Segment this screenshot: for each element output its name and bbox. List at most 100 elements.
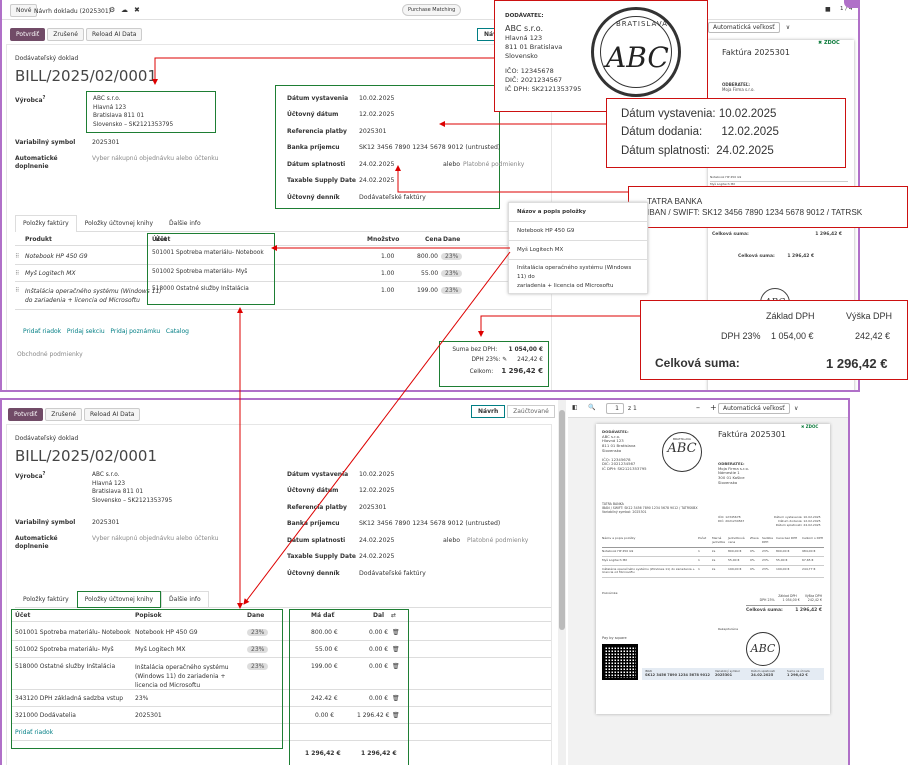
journal-label: Účtovný denník bbox=[287, 570, 340, 577]
pencil-icon[interactable]: ✎ bbox=[502, 357, 507, 363]
zoom-select[interactable]: Automatická veľkosť bbox=[708, 22, 780, 33]
add-note-link[interactable]: Pridaj poznámku bbox=[110, 328, 160, 335]
terms-input[interactable]: Platobné podmienky bbox=[463, 161, 524, 168]
var-value[interactable]: 2025301 bbox=[92, 139, 120, 146]
purple-corner bbox=[844, 0, 858, 8]
tabs-bottom: Položky faktúry Položky účtovnej knihy Ď… bbox=[15, 591, 551, 608]
search-icon[interactable]: 🔍 bbox=[588, 404, 595, 411]
tab-lines[interactable]: Položky faktúry bbox=[15, 591, 77, 607]
due[interactable]: 24.02.2025 bbox=[359, 537, 394, 544]
cancel-button[interactable]: Zrušené bbox=[45, 408, 82, 421]
pdf-buyer: ODBERATEĽ: Moja Firma s.r.o. Námestie 1 30… bbox=[718, 461, 749, 485]
callout-supplier: DODÁVATEĽ: ABC s.r.o. Hlavná 123 811 01 … bbox=[494, 0, 708, 112]
ref-label: Referencia platby bbox=[287, 504, 347, 511]
journal-label: Účtovný denník bbox=[287, 194, 340, 201]
total-label: Celkom: bbox=[469, 368, 494, 375]
bank[interactable]: SK12 3456 7890 1234 5678 9012 (untrusted… bbox=[359, 144, 500, 151]
var-value[interactable]: 2025301 bbox=[92, 519, 120, 526]
tab-journal[interactable]: Položky účtovnej knihy bbox=[77, 215, 161, 231]
line-price[interactable]: 55.00 bbox=[421, 270, 438, 277]
vat-value: 242,42 € bbox=[517, 356, 543, 363]
zoom-select[interactable]: Automatická veľkosť bbox=[718, 403, 790, 414]
bookmark-icon: ■ bbox=[825, 6, 831, 13]
pdf-ids-right: IČO: 12345678 DIČ: 2021234567 bbox=[718, 515, 745, 523]
vendor-box[interactable]: ABC s.r.o. Hlavná 123 Bratislava 811 01 Slo… bbox=[86, 91, 216, 133]
pdf-viewer: ◧ 🔍 1 z 1 – + Automatická veľkosť ∨ DODÁ… bbox=[568, 400, 848, 765]
ref[interactable]: 2025301 bbox=[359, 504, 387, 511]
page-input[interactable]: 1 bbox=[606, 403, 624, 414]
date-inv[interactable]: 10.02.2025 bbox=[359, 95, 394, 102]
line-product[interactable]: Myš Logitech MX bbox=[25, 270, 76, 277]
line-price[interactable]: 800.00 bbox=[417, 253, 438, 260]
zoom-out-icon[interactable]: – bbox=[696, 403, 700, 412]
sidebar-toggle-icon[interactable]: ◧ bbox=[572, 404, 578, 411]
pdf-note: Poznámka: bbox=[602, 591, 619, 595]
brand-logo: ✖ ZDOC bbox=[801, 424, 819, 429]
add-section-link[interactable]: Pridaj sekciu bbox=[67, 328, 105, 335]
gear-icon[interactable]: ⚙ bbox=[109, 6, 115, 14]
confirm-button[interactable]: Potvrdiť bbox=[8, 408, 44, 421]
chevron-down-icon[interactable]: ∨ bbox=[794, 405, 798, 412]
line-price[interactable]: 199.00 bbox=[417, 287, 438, 294]
line-product[interactable]: Inštalácia operačného systému (Windows 1… bbox=[25, 287, 162, 305]
auto-input[interactable]: Vyber nákupnú objednávku alebo účtenku bbox=[92, 155, 218, 162]
bank-label: Banka príjemcu bbox=[287, 520, 340, 527]
due[interactable]: 24.02.2025 bbox=[359, 161, 394, 168]
terms-input[interactable]: Platobné podmienky bbox=[467, 537, 528, 544]
terms-field[interactable]: Obchodné podmienky bbox=[17, 351, 83, 358]
tsd[interactable]: 24.02.2025 bbox=[359, 553, 394, 560]
zoom-in-icon[interactable]: + bbox=[710, 403, 717, 412]
catalog-link[interactable]: Catalog bbox=[166, 328, 189, 335]
date-acc[interactable]: 12.02.2025 bbox=[359, 111, 394, 118]
purchase-matching-button[interactable]: Purchase Matching bbox=[402, 4, 462, 16]
tab-other[interactable]: Ďalšie info bbox=[161, 591, 209, 607]
line-tax[interactable]: 23% bbox=[441, 270, 463, 277]
pdf-recap-fragment: Celková suma: 1 296,42 € bbox=[712, 232, 842, 237]
base-label: Suma bez DPH: bbox=[452, 347, 498, 353]
col-qty: Množstvo bbox=[367, 236, 400, 243]
line-tax[interactable]: 23% bbox=[441, 253, 463, 260]
line-tax[interactable]: 23% bbox=[441, 287, 463, 294]
tab-journal[interactable]: Položky účtovnej knihy bbox=[76, 591, 162, 608]
journal[interactable]: Dodávateľské faktúry bbox=[359, 194, 426, 201]
callout-totals: Základ DPH Výška DPH DPH 23% 1 054,00 € … bbox=[640, 300, 908, 380]
scrollbar[interactable] bbox=[558, 400, 566, 765]
add-line-link[interactable]: Pridať riadok bbox=[23, 328, 61, 335]
discard-icon[interactable]: ✖ bbox=[134, 6, 140, 14]
journal[interactable]: Dodávateľské faktúry bbox=[359, 570, 426, 577]
reload-ai-button[interactable]: Reload AI Data bbox=[84, 408, 141, 421]
status-posted[interactable]: Zaúčtované bbox=[507, 405, 555, 418]
bank[interactable]: SK12 3456 7890 1234 5678 9012 (untrusted… bbox=[359, 520, 500, 527]
col-product: Produkt bbox=[25, 236, 52, 243]
line-product[interactable]: Notebook HP 450 G9 bbox=[25, 253, 88, 260]
form-sheet: Dodávateľský doklad BILL/2025/02/0001 Vý… bbox=[6, 44, 552, 390]
tab-other[interactable]: Ďalšie info bbox=[161, 215, 209, 231]
line-account[interactable]: 518000 Ostatné služby Inštalácia bbox=[152, 287, 270, 293]
status-draft[interactable]: Návrh bbox=[471, 405, 506, 418]
date-acc[interactable]: 12.02.2025 bbox=[359, 487, 394, 494]
reload-ai-button[interactable]: Reload AI Data bbox=[86, 28, 143, 41]
form-sheet-b: Dodávateľský doklad BILL/2025/02/0001 Vý… bbox=[6, 424, 552, 765]
ref[interactable]: 2025301 bbox=[359, 128, 387, 135]
cancel-button[interactable]: Zrušené bbox=[47, 28, 84, 41]
tsd[interactable]: 24.02.2025 bbox=[359, 177, 394, 184]
cloud-icon[interactable]: ☁ bbox=[121, 6, 128, 14]
doc-type: Dodávateľský doklad bbox=[15, 435, 79, 442]
line-qty[interactable]: 1.00 bbox=[381, 270, 394, 277]
or-label: alebo bbox=[443, 537, 461, 544]
brand-logo: ✖ ZDOC bbox=[818, 40, 840, 46]
pdf-toolbar: ◧ 🔍 1 z 1 – + Automatická veľkosť ∨ bbox=[568, 400, 848, 418]
line-qty[interactable]: 1.00 bbox=[381, 287, 394, 294]
totals-box: Suma bez DPH: 1 054,00 € DPH 23%: ✎ 242,… bbox=[439, 341, 549, 387]
line-account[interactable]: 501001 Spotreba materiálu- Notebook bbox=[152, 250, 270, 257]
confirm-button[interactable]: Potvrdiť bbox=[10, 28, 46, 41]
vendor-value[interactable]: ABC s.r.o. Hlavná 123 Bratislava 811 01 Slo… bbox=[92, 471, 172, 506]
auto-input[interactable]: Vyber nákupnú objednávku alebo účtenku bbox=[92, 535, 218, 542]
tab-lines[interactable]: Položky faktúry bbox=[15, 215, 77, 232]
pdf-vat-sum: Základ DPH Výška DPH DPH 23% 1 054,00 €242… bbox=[746, 594, 822, 613]
line-account[interactable]: 501002 Spotreba materiálu- Myš bbox=[152, 269, 270, 276]
tabs-top: Položky faktúry Položky účtovnej knihy Ď… bbox=[15, 215, 551, 232]
line-qty[interactable]: 1.00 bbox=[381, 253, 394, 260]
pdf-stamp: BRATISLAVA ABC bbox=[662, 432, 702, 472]
date-inv[interactable]: 10.02.2025 bbox=[359, 471, 394, 478]
